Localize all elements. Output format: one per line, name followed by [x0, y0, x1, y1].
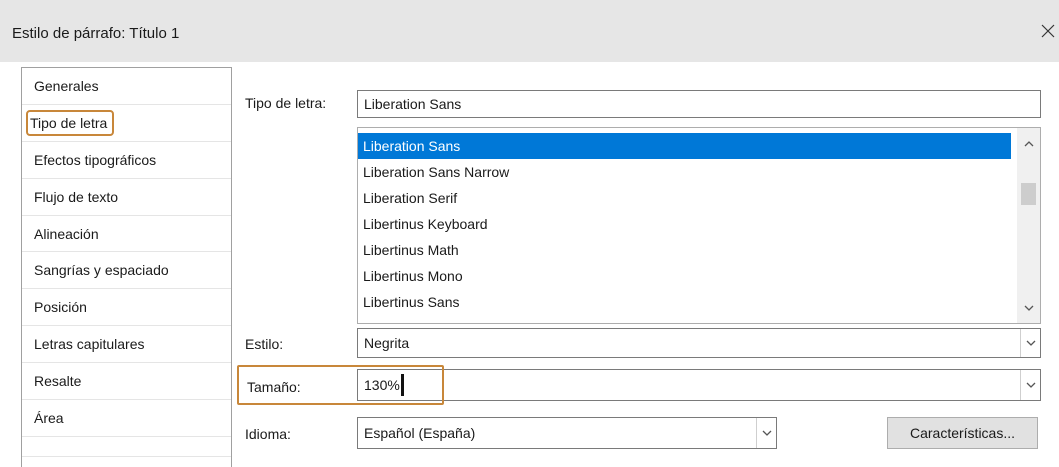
chevron-down-icon: [762, 430, 771, 436]
sidebar-item-label-partial: [34, 440, 38, 456]
sidebar-item-tipo-de-letra[interactable]: Tipo de letra: [22, 104, 231, 142]
features-button-label: Características...: [909, 425, 1016, 441]
style-combo[interactable]: Negrita: [357, 328, 1041, 358]
scroll-up-arrow[interactable]: [1017, 132, 1040, 156]
scroll-thumb[interactable]: [1021, 183, 1036, 205]
sidebar-item-alineacion[interactable]: Alineación: [22, 216, 231, 253]
list-item[interactable]: Libertinus Math: [358, 237, 1011, 263]
font-name-value: Liberation Sans: [364, 96, 462, 112]
language-value: Español (España): [364, 425, 476, 441]
features-button[interactable]: Características...: [887, 417, 1038, 449]
font-name-label: Tipo de letra:: [245, 95, 327, 111]
chevron-down-icon: [1024, 305, 1033, 311]
close-button[interactable]: [1036, 19, 1059, 43]
window-title: Estilo de párrafo: Título 1: [12, 25, 180, 42]
chevron-down-icon: [1026, 382, 1035, 388]
sidebar-item-label: Letras capitulares: [34, 336, 145, 353]
language-label: Idioma:: [245, 426, 291, 442]
sidebar-item-label: Tipo de letra: [25, 109, 115, 136]
style-value: Negrita: [364, 335, 410, 351]
sidebar-item-efectos-tipograficos[interactable]: Efectos tipográficos: [22, 142, 231, 179]
sidebar-item-label: Generales: [34, 77, 99, 94]
list-item[interactable]: Liberation Sans Narrow: [358, 159, 1011, 185]
style-dropdown-button[interactable]: [1020, 329, 1040, 357]
sidebar-item-label: Área: [34, 409, 64, 426]
font-list[interactable]: Liberation Sans Liberation Sans Narrow L…: [357, 127, 1041, 324]
sidebar-item-label: Posición: [34, 299, 87, 316]
list-item[interactable]: Liberation Serif: [358, 185, 1011, 211]
sidebar-item-partial[interactable]: [22, 437, 231, 457]
sidebar-item-label: Resalte: [34, 373, 82, 390]
style-label: Estilo:: [245, 336, 284, 352]
list-item[interactable]: Libertinus Mono: [358, 263, 1011, 289]
title-bar: Estilo de párrafo: Título 1: [0, 0, 1059, 62]
language-dropdown-button[interactable]: [756, 418, 776, 448]
scroll-down-arrow[interactable]: [1017, 296, 1040, 320]
close-icon: [1041, 24, 1055, 38]
sidebar-item-sangrias[interactable]: Sangrías y espaciado: [22, 252, 231, 290]
chevron-up-icon: [1024, 141, 1033, 147]
sidebar-item-letras-capitulares[interactable]: Letras capitulares: [22, 326, 231, 364]
sidebar-item-generales[interactable]: Generales: [22, 68, 231, 105]
list-item[interactable]: Liberation Sans: [358, 133, 1011, 159]
sidebar-item-label: Sangrías y espaciado: [34, 262, 169, 279]
font-list-scrollbar[interactable]: [1017, 128, 1040, 323]
sidebar-item-area[interactable]: Área: [22, 400, 231, 437]
size-combo[interactable]: 130%: [357, 369, 1041, 401]
size-dropdown-button[interactable]: [1020, 370, 1040, 400]
size-highlight: [237, 365, 444, 405]
list-item[interactable]: Libertinus Sans: [358, 289, 1011, 315]
sidebar-item-label: Alineación: [34, 225, 99, 242]
list-item[interactable]: Libertinus Keyboard: [358, 211, 1011, 237]
sidebar-item-flujo-de-texto[interactable]: Flujo de texto: [22, 179, 231, 216]
language-combo[interactable]: Español (España): [357, 417, 777, 449]
sidebar: Generales Tipo de letra Efectos tipográf…: [21, 67, 232, 467]
sidebar-item-resalte[interactable]: Resalte: [22, 363, 231, 401]
sidebar-item-posicion[interactable]: Posición: [22, 289, 231, 327]
font-name-field[interactable]: Liberation Sans: [357, 90, 1041, 118]
dialog-content: Generales Tipo de letra Efectos tipográf…: [0, 62, 1059, 467]
chevron-down-icon: [1026, 340, 1035, 346]
sidebar-item-label: Flujo de texto: [34, 188, 119, 205]
sidebar-item-label: Efectos tipográficos: [34, 151, 157, 168]
